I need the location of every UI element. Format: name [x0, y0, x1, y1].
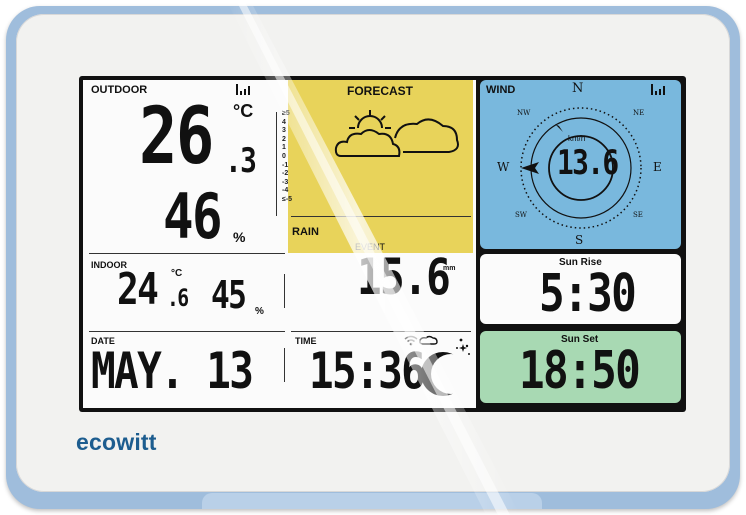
- moon-phase-icon: [421, 338, 471, 396]
- outdoor-temperature-decimal: .3: [225, 141, 257, 181]
- pressure-scale-label: -4: [282, 187, 289, 195]
- outdoor-temperature: 26: [139, 92, 214, 182]
- pressure-scale-label: 4: [282, 118, 286, 126]
- compass-southwest: SW: [515, 211, 527, 219]
- compass-south: S: [575, 233, 584, 247]
- pressure-scale-label: -3: [282, 178, 289, 186]
- time-divider: [291, 331, 471, 332]
- compass-north: N: [572, 81, 584, 96]
- indoor-humidity: 45: [211, 273, 247, 317]
- rain-unit: mm: [443, 265, 456, 272]
- sunrise-time: 5:30: [539, 264, 637, 324]
- pressure-scale-label: ≤-5: [282, 195, 293, 203]
- compass-west: W: [497, 160, 510, 174]
- rain-label: RAIN: [292, 226, 319, 238]
- compass-northeast: NE: [633, 109, 645, 117]
- pressure-scale-label: -1: [282, 161, 289, 169]
- brand-logo: ecowitt: [76, 429, 157, 455]
- outdoor-signal-icon: [236, 84, 252, 97]
- pressure-scale-label: 2: [282, 135, 286, 143]
- indoor-rain-divider: [284, 274, 285, 308]
- pressure-scale-label: -2: [282, 170, 289, 178]
- device-base: [202, 493, 542, 509]
- partly-cloudy-icon: [334, 110, 459, 157]
- wind-direction-pointer: [521, 162, 539, 174]
- date-divider: [89, 331, 285, 332]
- indoor-divider: [89, 253, 285, 254]
- outdoor-humidity: 46: [163, 180, 223, 253]
- date-value: MAY. 13: [91, 342, 254, 400]
- rain-amount: 15.6: [357, 248, 451, 306]
- outdoor-temp-unit: °C: [233, 101, 254, 121]
- sunset-time: 18:50: [519, 341, 641, 401]
- wind-unit: km/h: [568, 134, 586, 143]
- indoor-temperature: 24: [117, 264, 159, 315]
- compass-northwest: NW: [517, 109, 531, 117]
- compass-east: E: [653, 160, 662, 174]
- forecast-divider: [276, 112, 277, 216]
- indoor-humidity-unit: %: [255, 306, 264, 317]
- date-time-divider: [284, 348, 285, 382]
- indoor-temperature-decimal: .6: [167, 284, 189, 312]
- pressure-scale-label: 3: [282, 127, 286, 135]
- pressure-scale: ≥5 4 3 2 1 0 -1 -2 -3 -4 ≤-5: [282, 110, 292, 205]
- wind-speed: 13.6: [557, 143, 619, 183]
- pressure-scale-label: ≥5: [282, 110, 290, 117]
- rain-divider: [291, 216, 471, 217]
- forecast-label: FORECAST: [347, 84, 413, 98]
- lcd-display: OUTDOOR 26 .3 °C 46 % ≥5 4 3 2 1 0 -1 -2…: [79, 76, 686, 412]
- pressure-scale-label: 0: [282, 152, 286, 160]
- time-value: 15:36: [309, 342, 426, 400]
- compass-southeast: SE: [633, 211, 643, 219]
- outdoor-humidity-unit: %: [233, 229, 246, 245]
- indoor-temp-unit: °C: [171, 268, 183, 279]
- pressure-scale-label: 1: [282, 144, 286, 152]
